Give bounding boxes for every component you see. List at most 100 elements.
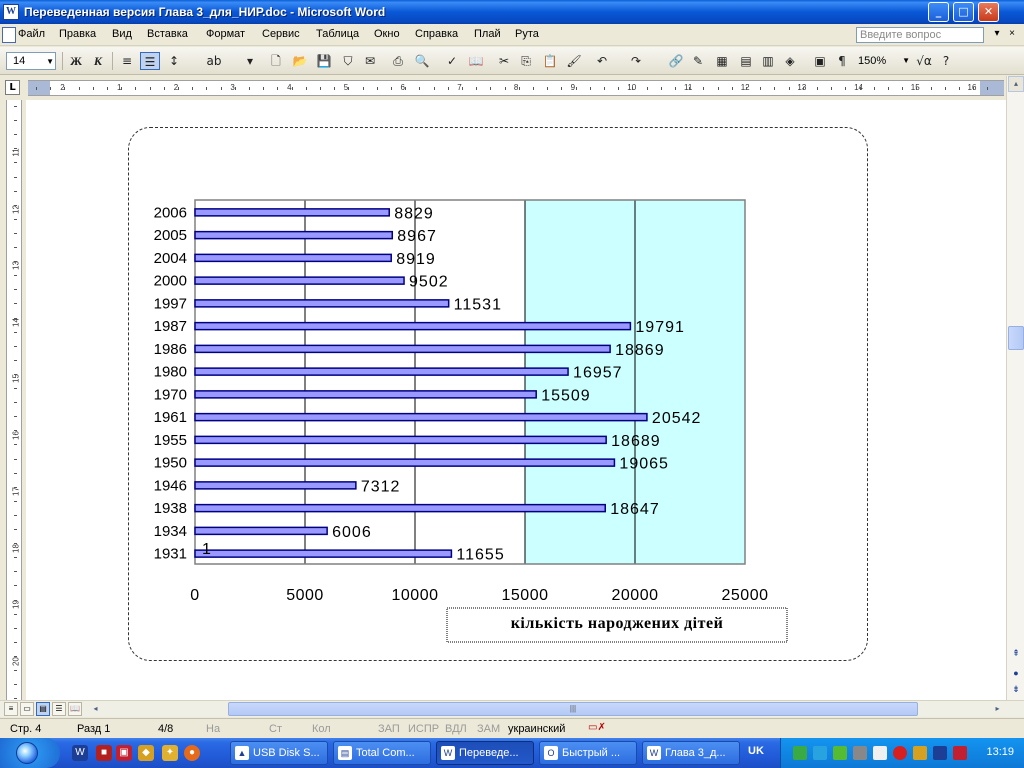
browse-object-button[interactable]: ● xyxy=(1010,668,1022,678)
document-area[interactable]: 8829 2006 8967 2005 8919 2004 9502 2000 11531 199… xyxy=(26,100,1006,700)
scroll-right-button[interactable]: ▸ xyxy=(990,702,1005,716)
vertical-scroll-thumb[interactable] xyxy=(1008,326,1024,350)
horizontal-ruler[interactable]: 212345678910111213141516 xyxy=(28,80,1004,96)
menu-file[interactable]: Файл xyxy=(18,28,45,40)
status-ext[interactable]: ВДЛ xyxy=(445,723,467,735)
volume-icon[interactable] xyxy=(873,746,887,760)
print-layout-button[interactable]: ▤ xyxy=(36,702,50,716)
menu-table[interactable]: Таблица xyxy=(316,28,359,40)
permission-icon[interactable]: ⛉ xyxy=(338,52,358,70)
quicklaunch-app-icon[interactable]: ■ xyxy=(96,745,112,761)
word-app-icon[interactable]: W xyxy=(3,4,19,20)
skype-icon[interactable] xyxy=(813,746,827,760)
task-quick[interactable]: O Быстрый ... xyxy=(539,741,637,765)
email-icon[interactable]: ✉ xyxy=(360,52,380,70)
title-bar[interactable]: W Переведенная версия Глава 3_для_НИР.do… xyxy=(0,0,1024,24)
redo-icon[interactable]: ↷ xyxy=(626,52,646,70)
status-trk[interactable]: ИСПР xyxy=(408,723,439,735)
format-painter-icon[interactable]: 🖌 xyxy=(564,52,584,70)
task-chapter-3[interactable]: W Глава 3_д... xyxy=(642,741,740,765)
close-button[interactable]: ✕ xyxy=(978,2,999,22)
next-page-button[interactable]: ⇟ xyxy=(1010,684,1022,695)
open-icon[interactable]: 📂 xyxy=(290,52,310,70)
zoom-select[interactable]: 150% ▼ xyxy=(856,52,910,70)
security-icon[interactable] xyxy=(893,746,907,760)
horizontal-scroll-thumb[interactable]: ||| xyxy=(228,702,918,716)
scroll-left-button[interactable]: ◂ xyxy=(88,702,103,716)
cut-icon[interactable]: ✂ xyxy=(494,52,514,70)
menu-plai[interactable]: Плай xyxy=(474,28,501,40)
document-icon[interactable] xyxy=(2,27,16,43)
spelling-icon[interactable]: ab xyxy=(204,52,224,70)
language-indicator[interactable]: UK xyxy=(748,745,770,761)
tab-selector[interactable]: L xyxy=(5,80,20,95)
show-formatting-button[interactable]: ¶ xyxy=(832,52,852,70)
save-icon[interactable]: 💾 xyxy=(314,52,334,70)
vertical-ruler[interactable]: 11 12 13 14 15 16 17 18 19 20 xyxy=(6,100,22,700)
preview-icon[interactable]: 🔍 xyxy=(412,52,432,70)
justify-icon[interactable]: ☰ xyxy=(140,52,160,70)
paste-icon[interactable]: 📋 xyxy=(540,52,560,70)
menu-help[interactable]: Справка xyxy=(415,28,458,40)
reading-mode-icon[interactable]: √α xyxy=(914,52,934,70)
scroll-up-button[interactable]: ▴ xyxy=(1008,76,1024,92)
tool-icon[interactable] xyxy=(913,746,927,760)
menu-format[interactable]: Формат xyxy=(206,28,245,40)
bold-button[interactable]: Ж xyxy=(66,52,86,70)
doc-map-icon[interactable]: ▣ xyxy=(810,52,830,70)
horizontal-scrollbar[interactable]: ≡ ▭ ▤ ☰ 📖 ◂ ||| ▸ xyxy=(0,700,1024,717)
hyperlink-icon[interactable]: 🔗 xyxy=(666,52,686,70)
menu-tools[interactable]: Сервис xyxy=(262,28,300,40)
status-rec[interactable]: ЗАП xyxy=(378,723,400,735)
new-icon[interactable]: 🗋 xyxy=(266,52,286,70)
minimize-button[interactable]: _ xyxy=(928,2,949,22)
menu-ruta[interactable]: Рута xyxy=(515,28,539,40)
close-document-icon[interactable]: × xyxy=(1006,28,1018,39)
web-view-button[interactable]: ▭ xyxy=(20,702,34,716)
usb-tray-icon[interactable] xyxy=(953,746,967,760)
help-dropdown-icon[interactable]: ▾ xyxy=(991,28,1003,39)
help-question-input[interactable]: Введите вопрос xyxy=(856,27,984,43)
status-language[interactable]: украинский xyxy=(508,723,565,735)
spelling-status-icon[interactable]: ▭✗ xyxy=(588,722,608,736)
vertical-scrollbar[interactable]: ▴ ⇞ ● ⇟ xyxy=(1006,76,1024,700)
insert-table-icon[interactable]: ▦ xyxy=(712,52,732,70)
quicklaunch-save-icon[interactable]: ▣ xyxy=(116,745,132,761)
tables-borders-icon[interactable]: ✎ xyxy=(688,52,708,70)
update-icon[interactable] xyxy=(833,746,847,760)
start-button[interactable] xyxy=(0,738,60,768)
drawing-icon[interactable]: ◈ xyxy=(780,52,800,70)
menu-edit[interactable]: Правка xyxy=(59,28,96,40)
maximize-button[interactable]: □ xyxy=(953,2,974,22)
spellcheck-icon[interactable]: ✓ xyxy=(442,52,462,70)
columns-icon[interactable]: ▥ xyxy=(758,52,778,70)
undo-icon[interactable]: ↶ xyxy=(592,52,612,70)
task-usb-disk[interactable]: ▲ USB Disk S... xyxy=(230,741,328,765)
antivirus-icon[interactable] xyxy=(853,746,867,760)
copy-icon[interactable]: ⎘ xyxy=(516,52,536,70)
status-ovr[interactable]: ЗАМ xyxy=(477,723,500,735)
print-icon[interactable]: ⎙ xyxy=(388,52,408,70)
font-size-select[interactable]: 14 ▼ xyxy=(6,52,56,70)
chart-object[interactable]: 8829 2006 8967 2005 8919 2004 9502 2000 11531 199… xyxy=(128,127,868,661)
quicklaunch-word-icon[interactable]: W xyxy=(72,745,88,761)
network-icon[interactable] xyxy=(793,746,807,760)
menu-window[interactable]: Окно xyxy=(374,28,400,40)
previous-page-button[interactable]: ⇞ xyxy=(1010,648,1022,659)
quicklaunch-tools-icon[interactable]: ✦ xyxy=(162,745,178,761)
reading-view-button[interactable]: 📖 xyxy=(68,702,82,716)
task-total-commander[interactable]: ▤ Total Com... xyxy=(333,741,431,765)
menu-view[interactable]: Вид xyxy=(112,28,132,40)
task-word-document[interactable]: W Переведе... xyxy=(436,741,534,765)
toolbar-options-icon[interactable]: ▾ xyxy=(240,52,260,70)
insert-excel-icon[interactable]: ▤ xyxy=(736,52,756,70)
italic-button[interactable]: К xyxy=(88,52,108,70)
menu-insert[interactable]: Вставка xyxy=(147,28,188,40)
align-left-icon[interactable]: ≡ xyxy=(117,52,137,70)
outline-view-button[interactable]: ☰ xyxy=(52,702,66,716)
research-icon[interactable]: 📖 xyxy=(466,52,486,70)
help-icon[interactable]: ? xyxy=(936,52,956,70)
normal-view-button[interactable]: ≡ xyxy=(4,702,18,716)
firefox-icon[interactable]: ● xyxy=(184,745,200,761)
word-tray-icon[interactable] xyxy=(933,746,947,760)
